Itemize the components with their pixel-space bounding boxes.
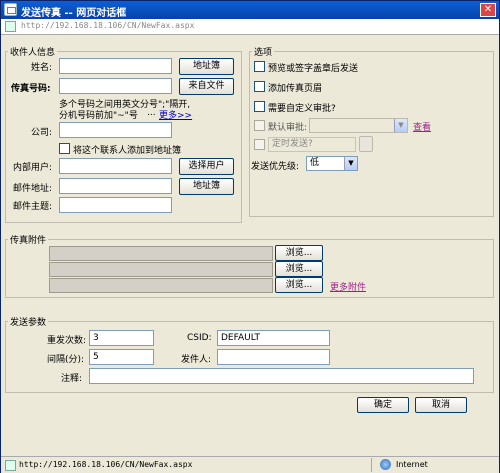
address-bar: http://192.168.18.106/CN/NewFax.aspx — [1, 19, 499, 35]
note-field[interactable] — [89, 368, 474, 384]
attachment-file-field-1[interactable] — [49, 246, 273, 261]
scheduled-send-box[interactable]: 定时发送? — [268, 137, 356, 152]
internal-user-label: 内部用户: — [13, 163, 53, 173]
title-bar: 发送传真 -- 网页对话框 ✕ — [1, 1, 499, 19]
zone-label: Internet — [396, 460, 428, 469]
email-address-book-button[interactable]: 地址簿 — [179, 178, 234, 195]
email-address-label: 邮件地址: — [13, 184, 53, 194]
sender-label: 发件人: — [181, 355, 212, 365]
preview-checkbox[interactable] — [254, 61, 265, 72]
company-field[interactable] — [59, 122, 172, 138]
company-label: 公司: — [31, 128, 53, 138]
custom-approval-label: 需要自定义审批? — [268, 104, 336, 114]
recipient-legend: 收件人信息 — [10, 48, 56, 58]
chevron-down-icon: ▼ — [394, 119, 407, 132]
default-approval-label: 默认审批: — [268, 123, 308, 133]
dialog-window: 发送传真 -- 网页对话框 ✕ http://192.168.18.106/CN… — [0, 0, 500, 473]
scheduled-send-label: 定时发送? — [272, 139, 313, 149]
browse-button-3[interactable]: 浏览... — [275, 277, 323, 293]
from-file-button[interactable]: 来自文件 — [179, 78, 234, 95]
fax-number-field[interactable] — [59, 78, 172, 94]
browse-button-2[interactable]: 浏览... — [275, 261, 323, 277]
select-user-button[interactable]: 选择用户 — [179, 158, 234, 175]
page-icon — [5, 21, 16, 32]
note-label: 注释: — [61, 374, 83, 384]
csid-label: CSID: — [187, 333, 212, 343]
interval-label: 间隔(分): — [47, 355, 85, 365]
email-address-field[interactable] — [59, 178, 172, 194]
fax-hint-line2: 分机号码前加"~"号 — [59, 111, 138, 121]
fax-hint-ellipsis: ... — [147, 108, 156, 118]
retry-count-label: 重发次数: — [47, 336, 87, 346]
attachment-file-field-2[interactable] — [49, 262, 273, 277]
custom-approval-checkbox[interactable] — [254, 101, 265, 112]
default-approval-checkbox[interactable] — [254, 120, 265, 131]
priority-value: 低 — [310, 158, 320, 168]
priority-select[interactable]: 低 ▼ — [306, 156, 358, 171]
priority-label: 发送优先级: — [251, 162, 300, 172]
cancel-button[interactable]: 取消 — [415, 397, 467, 413]
email-subject-field[interactable] — [59, 197, 172, 213]
email-subject-label: 邮件主题: — [13, 202, 53, 212]
address-url: http://192.168.18.106/CN/NewFax.aspx — [21, 21, 195, 30]
window-title: 发送传真 -- 网页对话框 — [21, 8, 127, 19]
name-field[interactable] — [59, 58, 172, 74]
retry-count-field[interactable] — [89, 330, 154, 346]
internal-user-field[interactable] — [59, 158, 172, 174]
attachments-legend: 传真附件 — [10, 236, 47, 246]
globe-icon — [380, 459, 391, 470]
options-legend: 选项 — [254, 48, 273, 58]
interval-field[interactable] — [89, 349, 154, 365]
app-icon — [4, 3, 17, 16]
security-zone: Internet — [371, 458, 497, 472]
attachment-file-field-3[interactable] — [49, 278, 273, 293]
name-label: 姓名: — [31, 63, 53, 73]
more-link[interactable]: 更多>> — [159, 108, 192, 121]
csid-field[interactable] — [217, 330, 330, 346]
status-bar: http://192.168.18.106/CN/NewFax.aspx Int… — [1, 456, 499, 473]
close-icon[interactable]: ✕ — [480, 3, 496, 17]
fax-header-checkbox[interactable] — [254, 81, 265, 92]
add-contact-label: 将这个联系人添加到地址簿 — [73, 146, 182, 156]
status-url: http://192.168.18.106/CN/NewFax.aspx — [19, 460, 193, 469]
send-params-legend: 发送参数 — [10, 318, 47, 328]
more-attachments-link[interactable]: 更多附件 — [330, 280, 366, 293]
chevron-down-icon: ▼ — [344, 157, 357, 170]
add-contact-checkbox[interactable] — [59, 143, 70, 154]
page-icon — [5, 460, 16, 471]
preview-label: 预览或签字盖章后发送 — [268, 64, 359, 74]
sender-field[interactable] — [217, 349, 330, 365]
scheduled-send-checkbox[interactable] — [254, 139, 265, 150]
fax-header-label: 添加传真页眉 — [268, 84, 323, 94]
view-link[interactable]: 查看 — [413, 120, 431, 133]
default-approval-select[interactable]: ▼ — [309, 118, 408, 133]
browse-button-1[interactable]: 浏览... — [275, 245, 323, 261]
fax-number-label: 传真号码: — [11, 84, 51, 94]
ok-button[interactable]: 确定 — [357, 397, 409, 413]
address-book-button[interactable]: 地址簿 — [179, 58, 234, 75]
scheduled-time-button[interactable] — [359, 136, 373, 152]
